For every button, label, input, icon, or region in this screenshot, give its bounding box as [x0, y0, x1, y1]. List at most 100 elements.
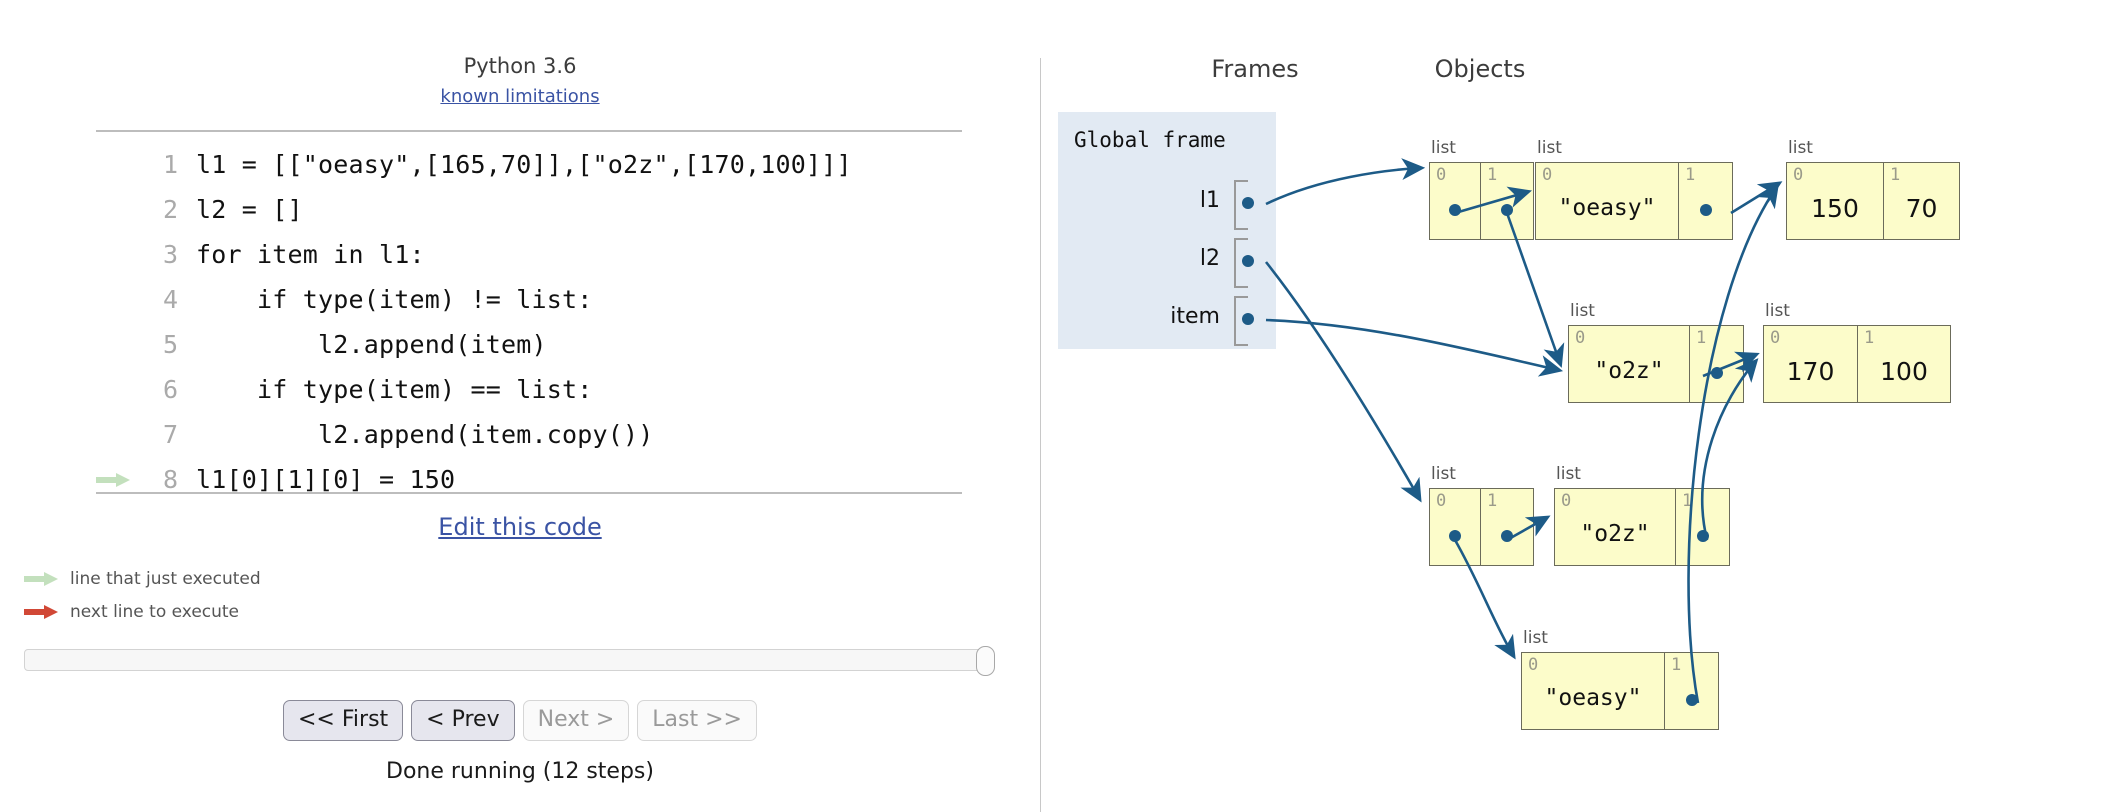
cell-index: 0: [1770, 328, 1781, 348]
object-box: 0 150 1 70: [1786, 162, 1960, 240]
cell-value: 100: [1880, 356, 1928, 386]
list-cell: 0: [1430, 489, 1481, 565]
variable-row-l1[interactable]: l1: [1058, 174, 1276, 232]
list-cell: 1: [1690, 326, 1743, 402]
cell-index: 1: [1685, 165, 1696, 185]
variable-row-item[interactable]: item: [1058, 290, 1276, 348]
list-cell: 0 "o2z": [1569, 326, 1690, 402]
cell-index: 0: [1575, 328, 1586, 348]
code-line[interactable]: 6 if type(item) == list:: [96, 367, 976, 412]
cell-index: 1: [1671, 655, 1682, 675]
list-cell: 1: [1481, 489, 1533, 565]
object-type-label: list: [1570, 301, 1595, 321]
object-type-label: list: [1788, 138, 1813, 158]
list-cell: 1 100: [1858, 326, 1950, 402]
next-button: Next >: [522, 700, 630, 741]
cell-pointer-dot: [1696, 530, 1709, 542]
line-marker-slot: [96, 367, 144, 412]
code-line[interactable]: 7 l2.append(item.copy()): [96, 412, 976, 457]
code-line[interactable]: 1 l1 = [["oeasy",[165,70]],["o2z",[170,1…: [96, 142, 976, 187]
line-number: 2: [162, 195, 178, 224]
variable-name: l2: [1199, 246, 1220, 271]
cell-value: "oeasy": [1544, 685, 1642, 711]
variable-name: l1: [1199, 188, 1220, 213]
cell-index: 0: [1436, 165, 1447, 185]
legend-executed-line: line that just executed: [24, 568, 261, 590]
object-box: 0 "o2z" 1: [1554, 488, 1730, 566]
line-marker-slot: [96, 412, 144, 457]
line-code: l1[0][1][0] = 150: [196, 465, 456, 494]
list-cell: 0 "oeasy": [1522, 653, 1665, 729]
cell-pointer-dot: [1699, 204, 1712, 216]
line-marker-slot: [96, 232, 144, 277]
legend-next-arrow-icon: [24, 605, 64, 619]
cell-index: 0: [1561, 491, 1572, 511]
object-type-label: list: [1537, 138, 1562, 158]
object-l2-root: list 0 1: [1429, 464, 1534, 566]
object-type-label: list: [1431, 138, 1456, 158]
line-number: 8: [162, 465, 178, 494]
object-box: 0 1: [1429, 162, 1534, 240]
line-marker-slot: [96, 457, 144, 502]
python-version-label: Python 3.6: [463, 54, 577, 78]
list-cell: 1: [1679, 163, 1732, 239]
code-line[interactable]: 2 l2 = []: [96, 187, 976, 232]
cell-index: 0: [1542, 165, 1553, 185]
objects-header: Objects: [1434, 55, 1526, 83]
line-code: l2 = []: [196, 195, 303, 224]
object-type-label: list: [1523, 628, 1548, 648]
legend-next-line: next line to execute: [24, 601, 239, 623]
edit-code-link-wrap: Edit this code: [0, 513, 1040, 541]
cell-pointer-dot: [1449, 530, 1461, 542]
line-code: l2.append(item): [196, 330, 547, 359]
edit-code-link[interactable]: Edit this code: [438, 513, 601, 541]
object-type-label: list: [1556, 464, 1581, 484]
legend-next-label: next line to execute: [70, 602, 240, 622]
code-line[interactable]: 4 if type(item) != list:: [96, 277, 976, 322]
step-slider-track[interactable]: [24, 649, 992, 671]
prev-button[interactable]: < Prev: [411, 700, 515, 741]
line-number: 4: [162, 285, 178, 314]
list-cell: 0 150: [1787, 163, 1884, 239]
line-number: 3: [162, 240, 178, 269]
code-line[interactable]: 5 l2.append(item): [96, 322, 976, 367]
known-limitations-link[interactable]: known limitations: [440, 86, 599, 107]
object-l2-1-copy: list 0 "o2z" 1: [1554, 464, 1730, 566]
line-marker-slot: [96, 142, 144, 187]
object-l1-0-1: list 0 150 1 70: [1786, 138, 1960, 240]
step-slider-handle[interactable]: [976, 646, 995, 676]
list-cell: 0 170: [1764, 326, 1858, 402]
variable-row-l2[interactable]: l2: [1058, 232, 1276, 290]
code-line[interactable]: 3 for item in l1:: [96, 232, 976, 277]
navigation-buttons: << First < Prev Next > Last >>: [0, 700, 1040, 741]
variable-pointer-dot: [1242, 255, 1254, 267]
cell-value: 70: [1905, 193, 1938, 223]
list-cell: 1: [1676, 489, 1729, 565]
object-l1-1-1: list 0 170 1 100: [1763, 301, 1951, 403]
cell-index: 0: [1436, 491, 1447, 511]
legend-executed-arrow-icon: [24, 572, 64, 586]
first-button[interactable]: << First: [283, 700, 404, 741]
cell-pointer-dot: [1501, 530, 1513, 542]
cell-index: 0: [1793, 165, 1804, 185]
line-number: 1: [162, 150, 178, 179]
legend-executed-label: line that just executed: [70, 569, 261, 589]
object-l1-0: list 0 "oeasy" 1: [1535, 138, 1733, 240]
cell-value: 150: [1811, 193, 1859, 223]
code-top-divider: [96, 130, 962, 132]
line-code: if type(item) != list:: [196, 285, 593, 314]
cell-pointer-dot: [1449, 204, 1461, 216]
line-code: if type(item) == list:: [196, 375, 593, 404]
cell-index: 1: [1864, 328, 1875, 348]
cell-pointer-dot: [1501, 204, 1513, 216]
line-number: 5: [162, 330, 178, 359]
list-cell: 0 "o2z": [1555, 489, 1676, 565]
code-line-current[interactable]: 8 l1[0][1][0] = 150: [96, 457, 976, 502]
cell-index: 1: [1682, 491, 1693, 511]
global-frame-title: Global frame: [1074, 128, 1226, 152]
step-slider[interactable]: [24, 646, 995, 676]
object-box: 0 170 1 100: [1763, 325, 1951, 403]
cell-value: "oeasy": [1558, 195, 1656, 221]
cell-index: 1: [1487, 491, 1498, 511]
cell-index: 1: [1487, 165, 1498, 185]
